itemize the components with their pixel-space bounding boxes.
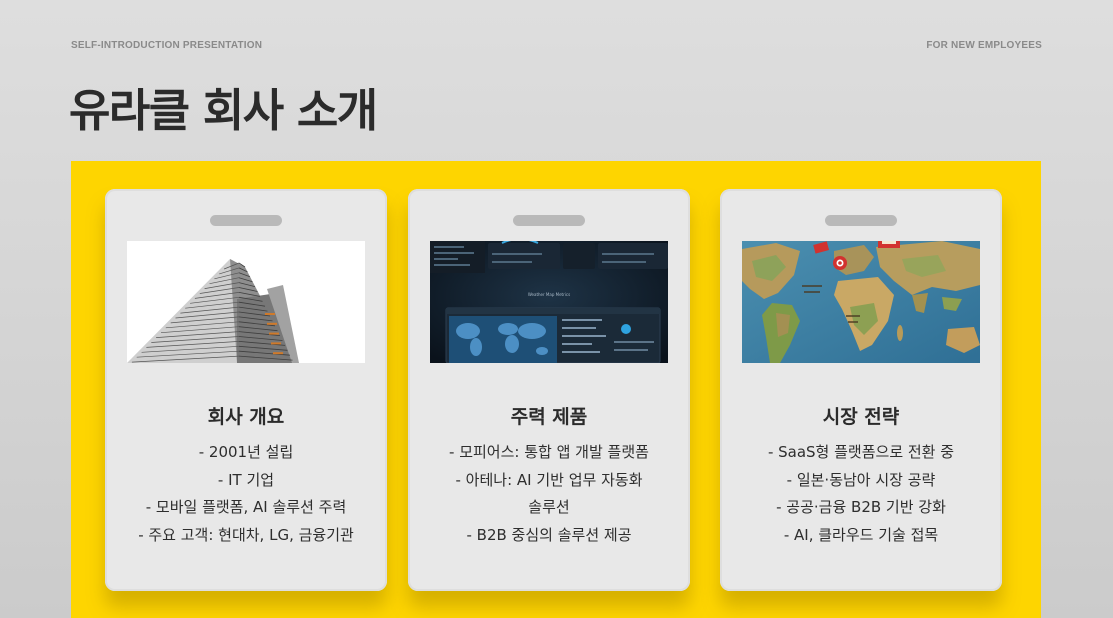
card-handle xyxy=(210,215,282,226)
list-item: - B2B 중심의 솔루션 제공 xyxy=(466,525,632,544)
list-item: - 공공·금융 B2B 기반 강화 xyxy=(776,498,946,516)
card-bullet-list: - 2001년 설립 - IT 기업 - 모바일 플랫폼, AI 솔루션 주력 … xyxy=(111,439,381,549)
card-handle xyxy=(825,215,897,226)
list-item: - AI, 클라우드 기술 접목 xyxy=(783,525,939,544)
list-item: - 일본·동남아 시장 공략 xyxy=(786,470,936,489)
card-title: 시장 전략 xyxy=(822,406,900,428)
dashboard-caption: Weather Map Metrics xyxy=(528,292,570,297)
list-item: - SaaS형 플랫폼으로 전환 중 xyxy=(767,443,955,461)
card-title: 주력 제품 xyxy=(510,406,588,428)
card-market-strategy: 시장 전략 - SaaS형 플랫폼으로 전환 중 - 일본·동남아 시장 공략 … xyxy=(720,189,1002,591)
world-map-image xyxy=(742,241,980,363)
card-title: 회사 개요 xyxy=(207,406,285,428)
slide-header: SELF-INTRODUCTION PRESENTATION FOR NEW E… xyxy=(71,40,1042,51)
audience-label: FOR NEW EMPLOYEES xyxy=(926,40,1042,51)
list-item: - 주요 고객: 현대차, LG, 금융기관 xyxy=(138,525,354,544)
list-item: - 아테나: AI 기반 업무 자동화 xyxy=(455,470,643,489)
list-item: - IT 기업 xyxy=(217,470,275,489)
card-handle xyxy=(513,215,585,226)
card-bullet-list: - SaaS형 플랫폼으로 전환 중 - 일본·동남아 시장 공략 - 공공·금… xyxy=(726,439,996,549)
list-item: - 모피어스: 통합 앱 개발 플랫폼 xyxy=(449,443,649,461)
list-item: 솔루션 xyxy=(528,498,570,516)
office-building-image xyxy=(127,241,365,363)
presentation-label: SELF-INTRODUCTION PRESENTATION xyxy=(71,40,263,51)
list-item: - 2001년 설립 xyxy=(198,443,294,461)
card-main-products: Weather Map Metrics 주력 제품 - 모피어스: 통합 앱 개… xyxy=(408,189,690,591)
list-item: - 모바일 플랫폼, AI 솔루션 주력 xyxy=(145,498,347,516)
card-company-overview: 회사 개요 - 2001년 설립 - IT 기업 - 모바일 플랫폼, AI 솔… xyxy=(105,189,387,591)
dashboard-screenshot-image: Weather Map Metrics xyxy=(430,241,668,363)
card-bullet-list: - 모피어스: 통합 앱 개발 플랫폼 - 아테나: AI 기반 업무 자동화 … xyxy=(414,439,684,549)
slide-title: 유라클 회사 소개 xyxy=(69,84,378,137)
